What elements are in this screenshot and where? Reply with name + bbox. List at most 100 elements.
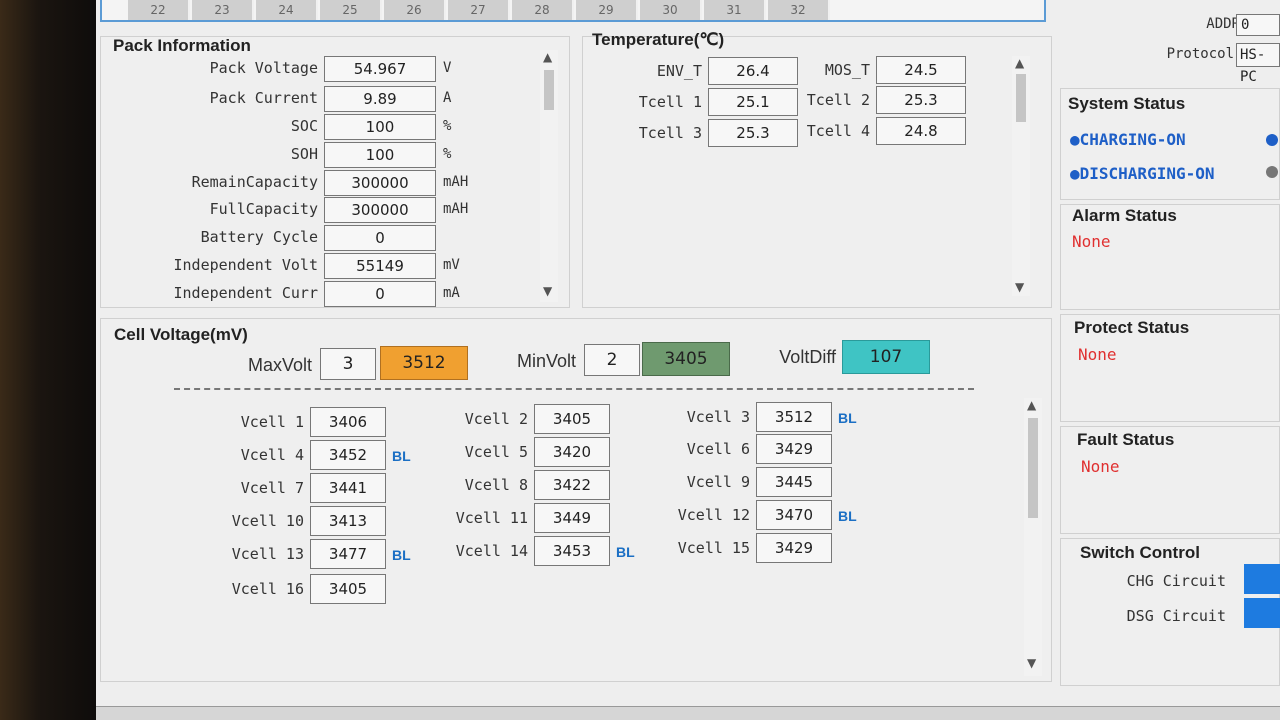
cell-label: Vcell 15 (677, 539, 750, 557)
cell-label: Vcell 12 (677, 506, 750, 524)
pack-row-unit: mA (443, 285, 460, 301)
cell-label: Vcell 11 (455, 509, 528, 527)
balance-badge: BL (392, 547, 411, 563)
temp-value: 26.4 (708, 57, 798, 85)
pack-row-unit: % (443, 146, 452, 162)
cell-value: 3405 (310, 574, 386, 604)
cell-label: Vcell 1 (240, 413, 304, 431)
pack-row-label: SOH (290, 145, 318, 163)
cell-tab[interactable]: 31 (704, 0, 766, 20)
protocol-select[interactable]: HS-PC (1236, 43, 1280, 85)
volt-diff-label: VoltDiff (779, 347, 836, 367)
cell-label: Vcell 8 (464, 476, 528, 494)
cell-label: Vcell 6 (686, 440, 750, 458)
cell-tab[interactable]: 22 (128, 0, 190, 20)
pack-row-value: 0 (324, 281, 436, 307)
temp-value: 25.3 (876, 86, 966, 114)
alarm-status-value: None (1072, 232, 1111, 251)
max-volt-index: 3 (320, 348, 376, 380)
system-status-title: System Status (1068, 94, 1186, 113)
pack-row-value: 54.967 (324, 56, 436, 82)
pack-scrollbar[interactable]: ▲ ▼ (540, 50, 558, 302)
balance-badge: BL (838, 508, 857, 524)
temp-value: 24.5 (876, 56, 966, 84)
cell-label: Vcell 13 (231, 545, 304, 563)
cell-scrollbar[interactable]: ▲ ▼ (1024, 398, 1042, 676)
scroll-thumb[interactable] (1016, 74, 1026, 122)
cell-value: 3470 (756, 500, 832, 530)
chg-circuit-toggle[interactable] (1244, 564, 1280, 594)
cell-value: 3422 (534, 470, 610, 500)
cell-value: 3445 (756, 467, 832, 497)
scroll-down-icon[interactable]: ▼ (1015, 280, 1024, 294)
cell-value: 3420 (534, 437, 610, 467)
monitor-bezel (0, 0, 96, 720)
cell-tab[interactable]: 26 (384, 0, 446, 20)
cell-value: 3413 (310, 506, 386, 536)
min-volt-index: 2 (584, 344, 640, 376)
status-dot-icon (1266, 134, 1278, 146)
temp-label: ENV_T (656, 62, 702, 80)
chg-circuit-label: CHG Circuit (1126, 572, 1226, 590)
alarm-status-title: Alarm Status (1072, 206, 1177, 225)
discharging-status: ●DISCHARGING-ON (1070, 164, 1215, 183)
temp-label: Tcell 4 (806, 122, 870, 140)
fault-status-title: Fault Status (1077, 430, 1175, 449)
cell-label: Vcell 3 (686, 408, 750, 426)
dsg-circuit-toggle[interactable] (1244, 598, 1280, 628)
scroll-up-icon[interactable]: ▲ (1027, 398, 1036, 412)
cell-tab[interactable]: 32 (768, 0, 830, 20)
cell-tab[interactable]: 30 (640, 0, 702, 20)
temperature-scrollbar[interactable]: ▲ ▼ (1012, 56, 1030, 296)
switch-control-title: Switch Control (1080, 543, 1200, 562)
addr-field[interactable]: 0 (1236, 14, 1280, 36)
protect-status-value: None (1078, 345, 1117, 364)
cell-value: 3406 (310, 407, 386, 437)
fault-status-value: None (1081, 457, 1120, 476)
status-bar (96, 706, 1280, 720)
pack-row-value: 0 (324, 225, 436, 251)
scroll-down-icon[interactable]: ▼ (543, 284, 552, 298)
cell-tab[interactable]: 24 (256, 0, 318, 20)
pack-row-label: Battery Cycle (200, 228, 318, 246)
pack-row-label: RemainCapacity (191, 173, 318, 191)
cell-number-strip: 22 23 24 25 26 27 28 29 30 31 32 (100, 0, 1046, 22)
cell-tab[interactable]: 27 (448, 0, 510, 20)
scroll-thumb[interactable] (544, 70, 554, 110)
cell-value: 3449 (534, 503, 610, 533)
scroll-down-icon[interactable]: ▼ (1027, 656, 1036, 670)
bms-app-window: 22 23 24 25 26 27 28 29 30 31 32 ADDR 0 Protocol H… (96, 0, 1280, 706)
cell-value: 3429 (756, 533, 832, 563)
cell-value: 3429 (756, 434, 832, 464)
cell-tab[interactable]: 25 (320, 0, 382, 20)
pack-row-value: 100 (324, 114, 436, 140)
cell-label: Vcell 4 (240, 446, 304, 464)
cell-voltage-title: Cell Voltage(mV) (114, 325, 248, 344)
cell-label: Vcell 9 (686, 473, 750, 491)
scroll-up-icon[interactable]: ▲ (1015, 56, 1024, 70)
cell-tab[interactable]: 29 (576, 0, 638, 20)
cell-label: Vcell 7 (240, 479, 304, 497)
temp-label: MOS_T (824, 61, 870, 79)
temperature-title: Temperature(℃) (592, 30, 725, 49)
temp-value: 24.8 (876, 117, 966, 145)
pack-row-value: 300000 (324, 170, 436, 196)
cell-value: 3441 (310, 473, 386, 503)
pack-row-value: 300000 (324, 197, 436, 223)
protocol-label: Protocol (1166, 46, 1234, 62)
volt-diff-value: 107 (842, 340, 930, 374)
pack-row-unit: mAH (443, 201, 469, 217)
dsg-circuit-label: DSG Circuit (1126, 607, 1226, 625)
cell-label: Vcell 10 (231, 512, 304, 530)
pack-row-label: Independent Volt (173, 256, 319, 274)
scroll-thumb[interactable] (1028, 418, 1038, 518)
cell-tab[interactable]: 28 (512, 0, 574, 20)
balance-badge: BL (616, 544, 635, 560)
cell-tab[interactable]: 23 (192, 0, 254, 20)
scroll-up-icon[interactable]: ▲ (543, 50, 552, 64)
pack-row-label: Independent Curr (173, 284, 319, 302)
cell-value: 3477 (310, 539, 386, 569)
pack-row-value: 55149 (324, 253, 436, 279)
max-volt-label: MaxVolt (247, 355, 312, 375)
cell-label: Vcell 14 (455, 542, 528, 560)
